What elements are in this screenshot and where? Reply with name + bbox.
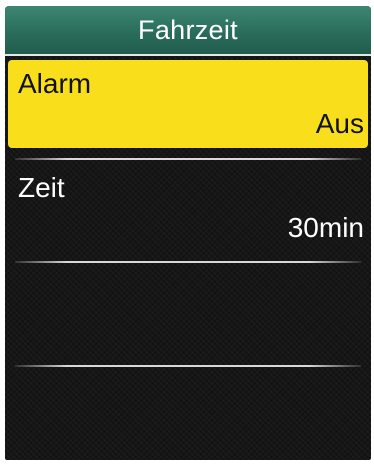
menu-item-value: 30min bbox=[287, 212, 364, 243]
divider bbox=[15, 365, 361, 367]
page-title: Fahrzeit bbox=[138, 14, 238, 45]
menu-item-label: Zeit bbox=[18, 172, 65, 203]
menu-item-empty bbox=[8, 372, 368, 460]
device-frame: Fahrzeit Alarm Aus Zeit 30min bbox=[0, 0, 374, 466]
menu-item-label: Alarm bbox=[18, 68, 92, 99]
menu-item-zeit[interactable]: Zeit 30min bbox=[8, 164, 368, 252]
device-screen: Fahrzeit Alarm Aus Zeit 30min bbox=[5, 6, 371, 460]
menu-item-value: Aus bbox=[315, 108, 364, 139]
divider bbox=[15, 158, 361, 160]
divider bbox=[15, 261, 361, 263]
menu-item-empty bbox=[8, 268, 368, 356]
title-bar: Fahrzeit bbox=[5, 6, 371, 56]
menu-item-alarm[interactable]: Alarm Aus bbox=[8, 60, 368, 148]
